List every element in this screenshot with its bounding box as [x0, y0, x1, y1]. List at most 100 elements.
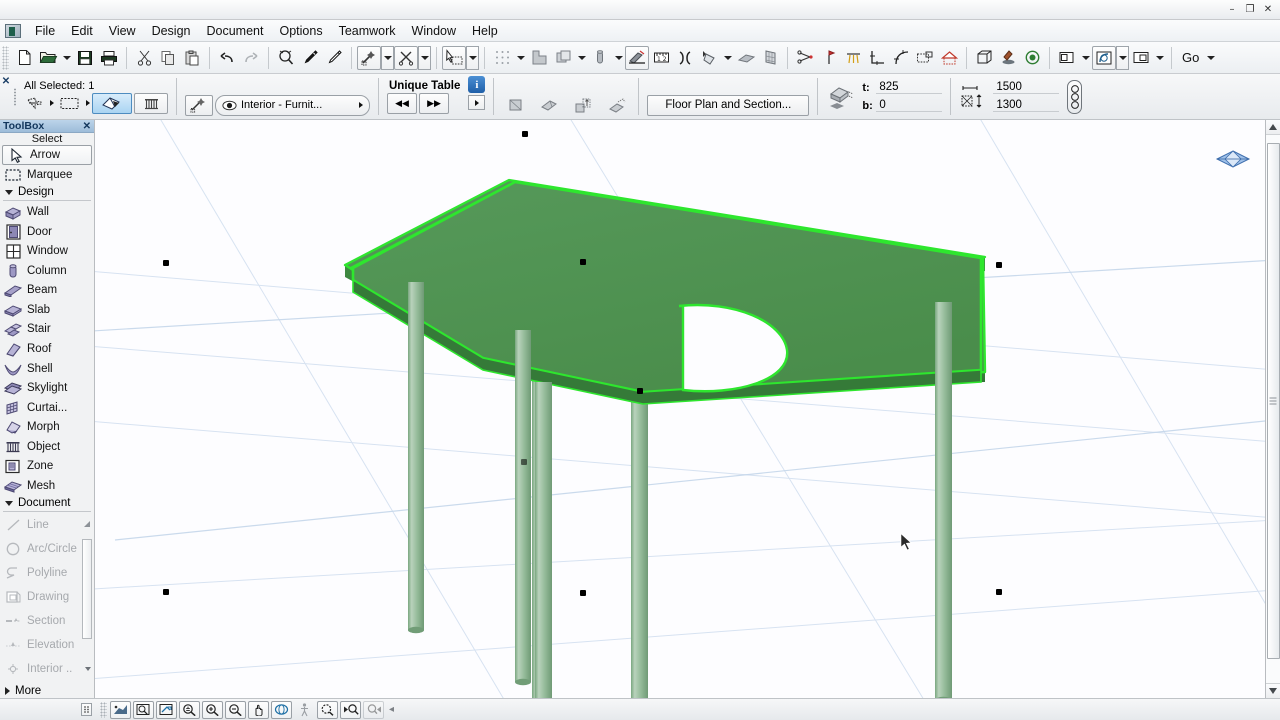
grid-snap-icon[interactable] [490, 46, 514, 70]
window-minimize-button[interactable]: – [1224, 3, 1240, 17]
window-close-button[interactable]: ✕ [1260, 3, 1276, 17]
toolbox-scrollbar-thumb[interactable] [82, 539, 92, 640]
arrow-tool-icon[interactable] [22, 93, 48, 114]
open-icon[interactable] [36, 46, 60, 70]
selection-hotspot[interactable] [580, 590, 586, 596]
multiply-icon[interactable] [551, 46, 575, 70]
3d-cutaway-icon[interactable] [972, 46, 996, 70]
orbit-icon[interactable] [271, 700, 292, 719]
sidebar-item-arrow[interactable]: Arrow [2, 145, 92, 166]
paste-icon[interactable] [180, 46, 204, 70]
toolbox-close-button[interactable]: ✕ [83, 121, 91, 132]
menu-teamwork[interactable]: Teamwork [331, 21, 404, 41]
selection-hotspot[interactable] [996, 589, 1002, 595]
cut-icon[interactable] [132, 46, 156, 70]
grid-snap-dropdown-arrow-icon[interactable] [514, 46, 527, 70]
magic-wand-dropdown-arrow-icon[interactable] [381, 45, 394, 70]
sidebar-item-slab[interactable]: Slab [0, 300, 94, 320]
navigation-toolbar-grip[interactable] [100, 701, 107, 718]
open-dropdown-arrow-icon[interactable] [60, 46, 73, 70]
pin-icon[interactable] [817, 46, 841, 70]
marquee-tool-submenu-arrow-icon[interactable] [86, 100, 90, 106]
sidebar-item-zone[interactable]: Zone [0, 457, 94, 477]
go-to-view-label[interactable]: Go [1177, 50, 1204, 65]
selection-hotspot[interactable] [521, 459, 527, 465]
dimension-icon[interactable]: 1 2 [649, 46, 673, 70]
elevation-bottom-value[interactable]: 0 [876, 99, 943, 112]
zoom-in-out-ic0n[interactable] [179, 700, 200, 719]
navigator-dropdown-arrow-icon[interactable] [1153, 46, 1166, 70]
undo-icon[interactable] [215, 46, 239, 70]
sidebar-item-shell[interactable]: Shell [0, 359, 94, 379]
toolbox-design-group[interactable]: Design [0, 185, 94, 200]
corner-icon[interactable] [865, 46, 889, 70]
menu-edit[interactable]: Edit [63, 21, 101, 41]
object-info-icon[interactable]: i [468, 76, 486, 93]
status-grip-handle[interactable] [81, 703, 92, 716]
dimension-width-field[interactable]: 1500 [993, 79, 1060, 97]
sidebar-item-window[interactable]: Window [0, 241, 94, 261]
sidebar-item-wall[interactable]: Wall [0, 202, 94, 222]
object-settings-icon[interactable] [92, 92, 132, 114]
sunlight-icon[interactable] [841, 46, 865, 70]
zoom-window-icon[interactable] [133, 700, 154, 719]
layer-dropdown-arrow-icon[interactable] [359, 102, 363, 108]
find-select-icon[interactable] [274, 46, 298, 70]
fit-in-window-icon[interactable] [156, 700, 177, 719]
sidebar-item-beam[interactable]: Beam [0, 281, 94, 301]
favorites-icon[interactable] [185, 94, 213, 116]
dimension-width-value[interactable]: 1500 [993, 81, 1060, 94]
mirror-x-icon[interactable] [502, 95, 528, 116]
menu-design[interactable]: Design [144, 21, 199, 41]
floor-plan-and-section-button[interactable]: Floor Plan and Section... [647, 94, 810, 116]
sidebar-item-line[interactable]: Line [0, 513, 94, 537]
marquee-tool-icon[interactable] [56, 93, 84, 114]
selection-hotspot[interactable] [996, 262, 1002, 268]
3d-view-canvas[interactable] [95, 120, 1265, 698]
sidebar-item-column[interactable]: Column [0, 261, 94, 281]
solid-ops-dropdown-arrow-icon[interactable] [612, 46, 625, 70]
window-layout-icon[interactable] [1055, 46, 1079, 70]
window-layout-dropdown-arrow-icon[interactable] [1079, 46, 1092, 70]
sidebar-item-elevation[interactable]: Elevation [0, 633, 94, 657]
sidebar-item-object[interactable]: Object [0, 437, 94, 457]
menu-file[interactable]: File [27, 21, 63, 41]
sidebar-item-roof[interactable]: Roof [0, 339, 94, 359]
measure-icon[interactable] [697, 46, 721, 70]
window-restore-button[interactable]: ❐ [1242, 3, 1258, 17]
forward-zoom-icon[interactable] [363, 700, 384, 719]
dimension-depth-value[interactable]: 1300 [993, 99, 1060, 112]
align-icon[interactable] [527, 46, 551, 70]
toolbox-more-group[interactable]: More [0, 683, 94, 698]
toolbar-grip[interactable] [2, 45, 9, 70]
object-tool-icon[interactable] [134, 92, 168, 114]
sidebar-item-section[interactable]: Section [0, 609, 94, 633]
explode-icon[interactable] [793, 46, 817, 70]
3d-view-dropdown-arrow-icon[interactable] [1116, 45, 1129, 70]
selection-hotspot[interactable] [637, 388, 643, 394]
mirror-y-icon[interactable] [536, 95, 562, 116]
inject-parameters-icon[interactable] [322, 46, 346, 70]
save-icon[interactable] [73, 46, 97, 70]
sidebar-item-drawing[interactable]: Drawing [0, 585, 94, 609]
menu-window[interactable]: Window [404, 21, 464, 41]
measure-dropdown-arrow-icon[interactable] [721, 46, 734, 70]
selection-hotspot[interactable] [163, 260, 169, 266]
elevation-bottom-field[interactable]: b: 0 [862, 97, 943, 115]
curve-icon[interactable] [889, 46, 913, 70]
marquee-dropdown-arrow-icon[interactable] [466, 45, 479, 70]
interior-elevation-dropdown-arrow-icon[interactable] [85, 667, 91, 672]
scrollbar-thumb[interactable] [1266, 143, 1280, 659]
marquee-select-icon[interactable] [442, 45, 466, 70]
selection-hotspot[interactable] [522, 131, 528, 137]
sidebar-item-arc-circle[interactable]: Arc/Circle [0, 537, 94, 561]
3d-navigate-icon[interactable] [110, 700, 131, 719]
split-dropdown-arrow-icon[interactable] [418, 45, 431, 70]
sidebar-item-skylight[interactable]: Skylight [0, 378, 94, 398]
new-icon[interactable] [12, 46, 36, 70]
pick-up-parameters-icon[interactable] [298, 46, 322, 70]
split-icon[interactable] [394, 45, 418, 70]
menu-document[interactable]: Document [199, 21, 272, 41]
magic-wand-icon[interactable] [357, 45, 381, 70]
toolbox-document-group[interactable]: Document [0, 496, 94, 511]
